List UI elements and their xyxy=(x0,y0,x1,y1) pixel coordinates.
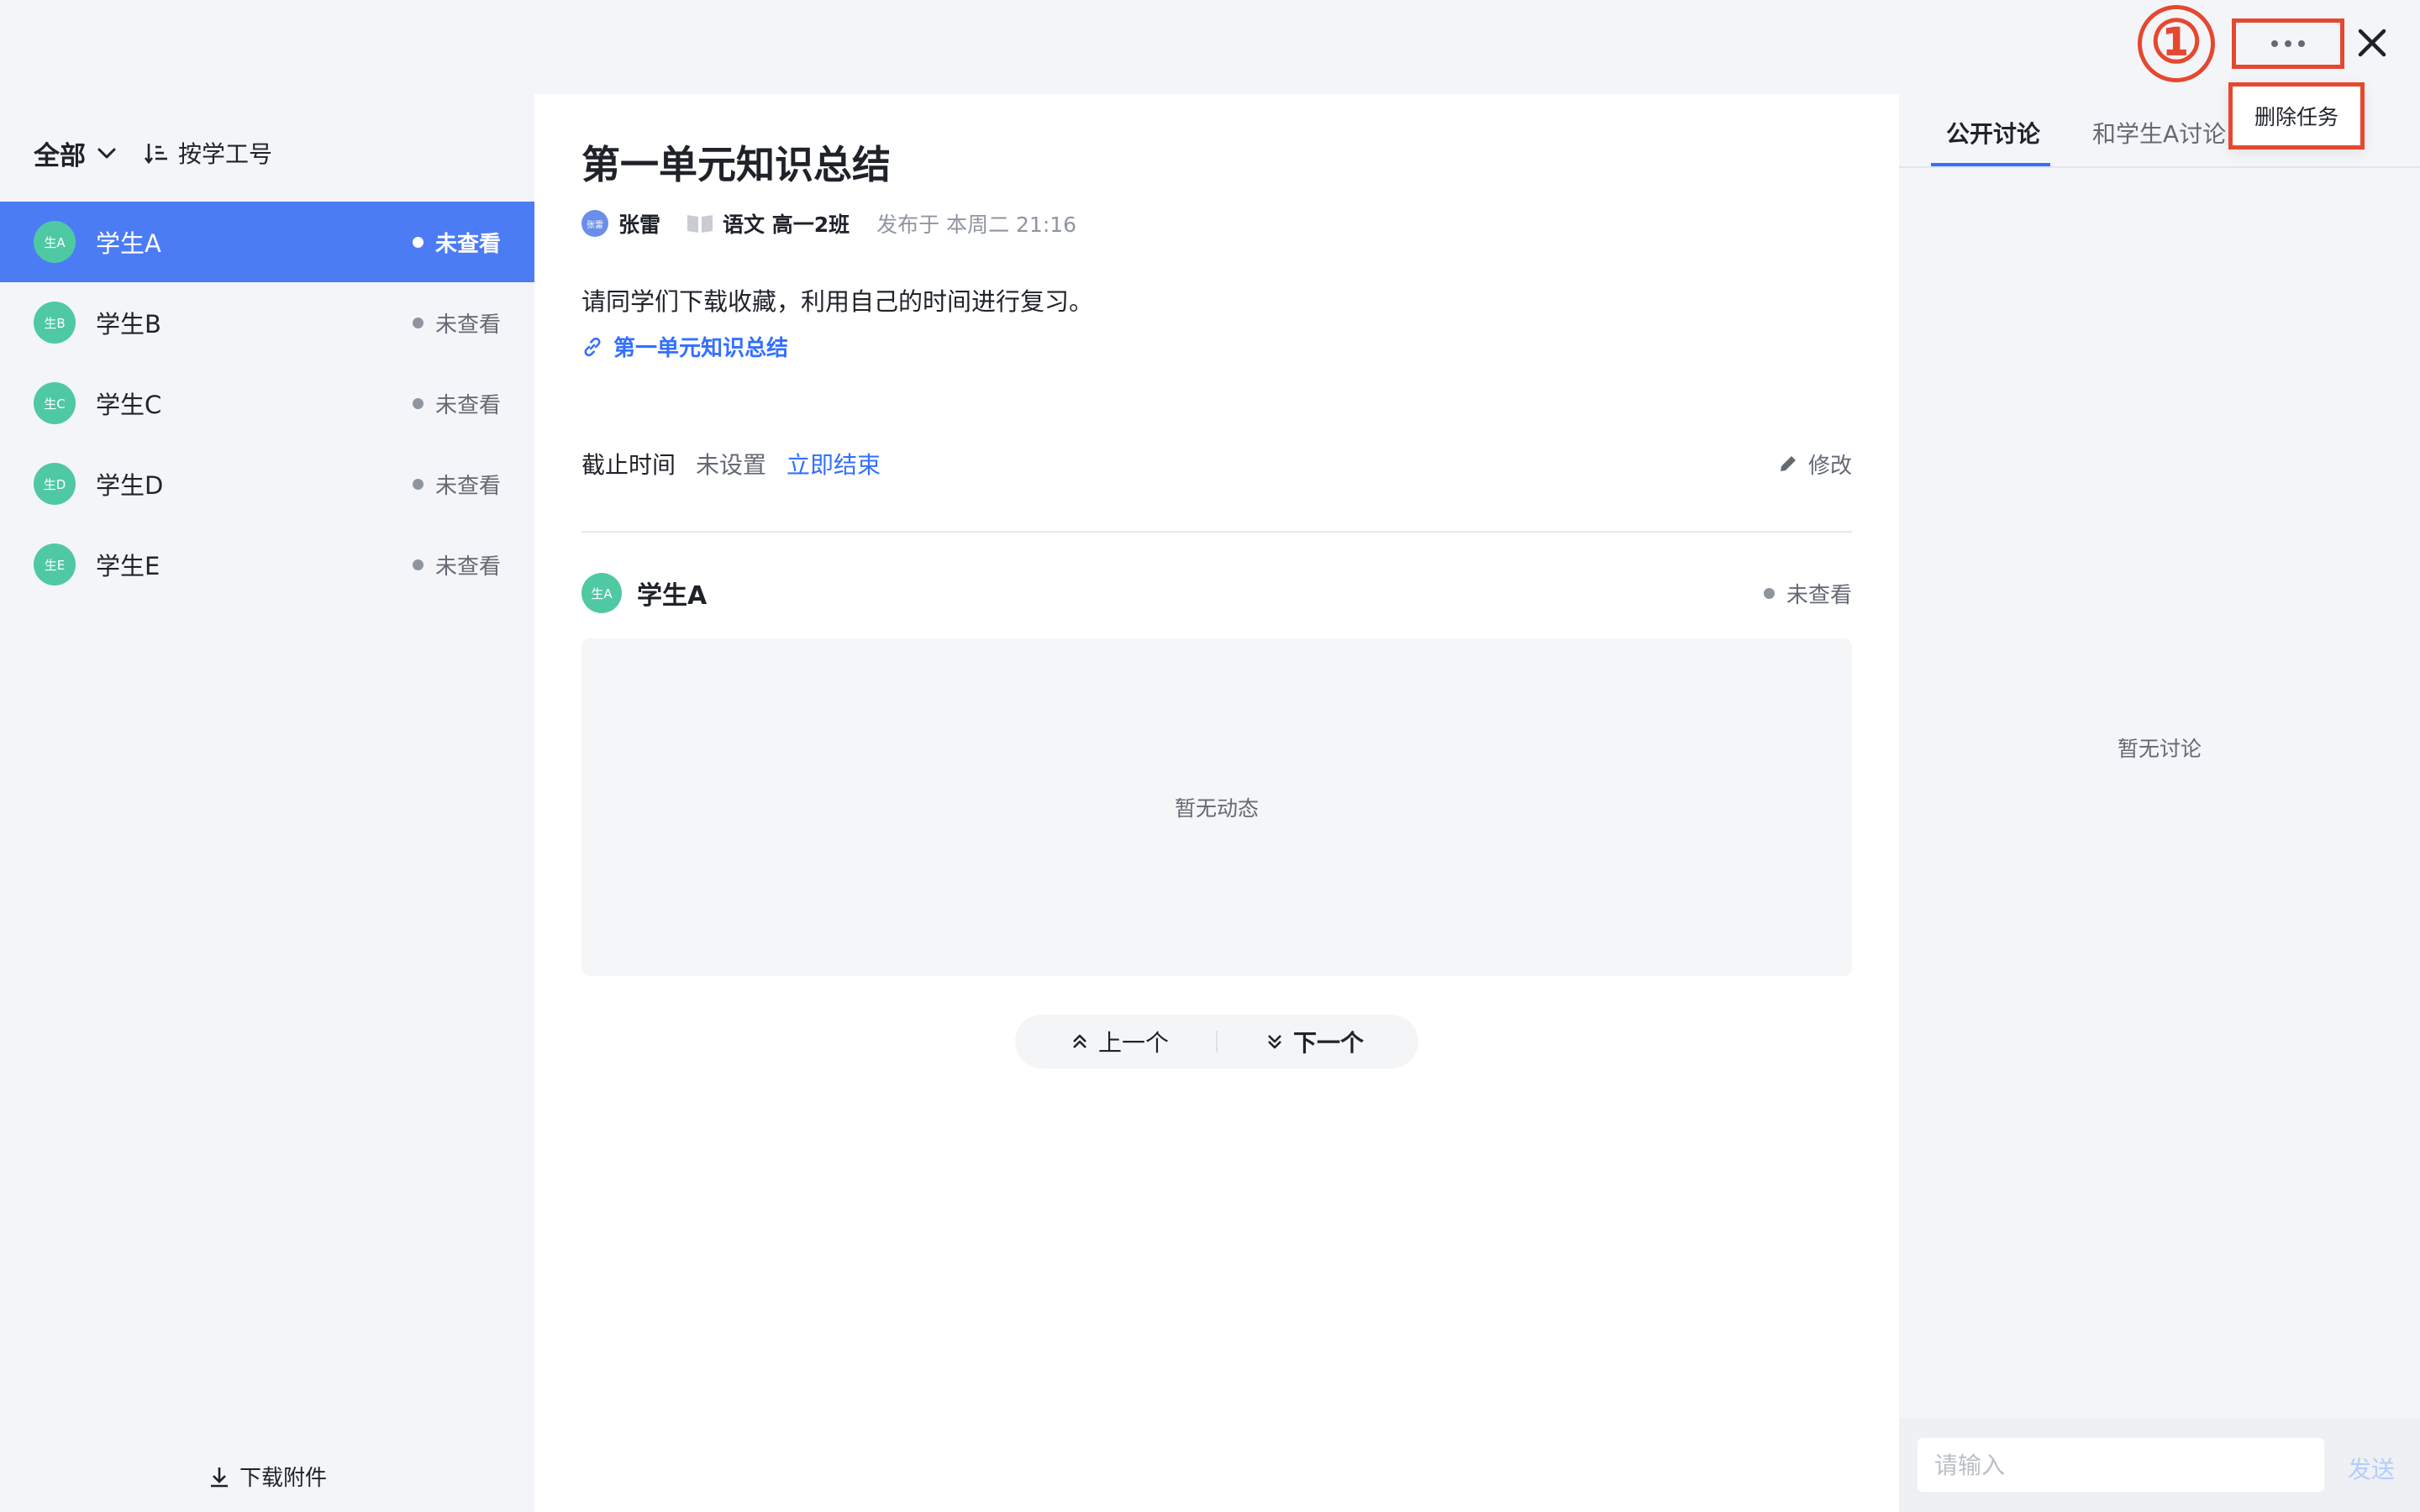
student-row[interactable]: 生B 学生B 未查看 xyxy=(0,282,534,363)
course-name: 语文 高一2班 xyxy=(723,213,850,237)
more-dot-icon xyxy=(2298,40,2305,47)
link-icon xyxy=(584,337,601,356)
status-dot-icon xyxy=(412,559,424,570)
submission-student-name: 学生A xyxy=(637,581,708,611)
avatar: 张雷 xyxy=(581,210,608,237)
more-options-button[interactable] xyxy=(2232,18,2344,69)
pager: 上一个 下一个 xyxy=(1015,1015,1418,1068)
next-button[interactable]: 下一个 xyxy=(1218,1025,1411,1058)
published-time: 发布于 本周二 21:16 xyxy=(876,213,1077,237)
student-row[interactable]: 生A 学生A 未查看 xyxy=(0,202,534,282)
task-description: 请同学们下载收藏，利用自己的时间进行复习。 xyxy=(581,287,1094,316)
filter-dropdown[interactable]: 全部 xyxy=(34,134,86,172)
avatar: 生C xyxy=(34,382,76,424)
pencil-icon xyxy=(1780,456,1796,471)
previous-label: 上一个 xyxy=(1097,1029,1169,1057)
status-dot-icon xyxy=(412,397,424,409)
student-name: 学生E xyxy=(96,552,160,580)
active-tab-indicator xyxy=(1931,163,2050,166)
student-name: 学生B xyxy=(96,310,161,339)
submission-header: 生A 学生A 未查看 xyxy=(581,573,1852,613)
student-name: 学生D xyxy=(96,471,164,500)
close-icon[interactable] xyxy=(2353,24,2391,62)
student-row[interactable]: 生D 学生D 未查看 xyxy=(0,444,534,524)
status-text: 未查看 xyxy=(434,392,501,418)
status-text: 未查看 xyxy=(434,473,501,499)
status-badge: 未查看 xyxy=(412,227,501,258)
edit-label: 修改 xyxy=(1807,453,1852,479)
status-badge: 未查看 xyxy=(1763,578,1852,609)
status-text: 未查看 xyxy=(434,231,501,257)
chevron-down-icon[interactable] xyxy=(94,140,119,165)
previous-button[interactable]: 上一个 xyxy=(1023,1025,1216,1058)
task-detail-panel: 第一单元知识总结 张雷 张雷 语文 高一2班 发布于 本周二 21:16 请同学… xyxy=(534,94,1899,1512)
status-badge: 未查看 xyxy=(412,469,501,500)
filter-bar: 全部 按学工号 xyxy=(34,128,272,178)
status-text: 未查看 xyxy=(434,312,501,338)
sort-by-id-button[interactable]: 按学工号 xyxy=(178,136,272,170)
tab-student-discussion[interactable]: 和学生A讨论 xyxy=(2092,116,2226,150)
more-dot-icon xyxy=(2271,40,2278,47)
author-name: 张雷 xyxy=(618,213,661,237)
avatar: 生A xyxy=(34,221,76,263)
top-bar: ① xyxy=(0,0,2420,94)
task-meta: 张雷 张雷 语文 高一2班 发布于 本周二 21:16 xyxy=(581,208,1076,239)
student-name: 学生C xyxy=(96,391,162,419)
double-chevron-down-icon xyxy=(1268,1035,1281,1049)
status-text: 未查看 xyxy=(1786,582,1852,608)
page-title: 第一单元知识总结 xyxy=(581,142,891,187)
delete-task-menu-item[interactable]: 删除任务 xyxy=(2228,82,2365,150)
activity-empty-state: 暂无动态 xyxy=(581,638,1852,976)
discussion-empty-state: 暂无讨论 xyxy=(2117,737,2202,761)
divider xyxy=(581,531,1852,533)
status-dot-icon xyxy=(1763,587,1775,599)
chat-input-bar: 发送 xyxy=(1899,1418,2420,1512)
download-icon xyxy=(210,1467,228,1487)
edit-button[interactable]: 修改 xyxy=(1776,449,1852,480)
deadline-label: 截止时间 xyxy=(581,451,676,479)
more-dot-icon xyxy=(2285,40,2291,47)
send-button[interactable]: 发送 xyxy=(2348,1452,2395,1485)
status-dot-icon xyxy=(412,317,424,328)
status-badge: 未查看 xyxy=(412,388,501,419)
status-badge: 未查看 xyxy=(412,549,501,580)
download-attachments-button[interactable]: 下载附件 xyxy=(0,1461,534,1492)
status-dot-icon xyxy=(412,236,424,248)
tab-public-discussion[interactable]: 公开讨论 xyxy=(1946,116,2040,150)
deadline-value: 未设置 xyxy=(696,451,767,479)
avatar: 生D xyxy=(34,463,76,505)
student-row[interactable]: 生C 学生C 未查看 xyxy=(0,363,534,444)
avatar: 生B xyxy=(34,302,76,344)
discussion-panel: 公开讨论 和学生A讨论 暂无讨论 发送 xyxy=(1899,94,2420,1512)
status-dot-icon xyxy=(412,478,424,490)
status-badge: 未查看 xyxy=(412,307,501,339)
download-label: 下载附件 xyxy=(239,1466,327,1491)
student-sidebar: 全部 按学工号 生A 学生A 未查看 生B 学生B 未查看 生C 学生C 未查看 xyxy=(0,94,534,1512)
deadline-row: 截止时间 未设置 立即结束 修改 xyxy=(581,447,1852,480)
student-name: 学生A xyxy=(96,229,161,258)
attachment-name: 第一单元知识总结 xyxy=(613,336,789,361)
end-now-link[interactable]: 立即结束 xyxy=(786,447,881,480)
attachment-link[interactable]: 第一单元知识总结 xyxy=(581,331,788,362)
annotation-marker-1: ① xyxy=(2138,5,2215,82)
student-list: 生A 学生A 未查看 生B 学生B 未查看 生C 学生C 未查看 生D 学生D … xyxy=(0,202,534,605)
avatar: 生E xyxy=(34,543,76,585)
avatar: 生A xyxy=(581,573,622,613)
double-chevron-up-icon xyxy=(1073,1034,1086,1048)
student-row[interactable]: 生E 学生E 未查看 xyxy=(0,524,534,605)
message-input[interactable] xyxy=(1918,1438,2324,1492)
status-text: 未查看 xyxy=(434,554,501,580)
next-label: 下一个 xyxy=(1293,1029,1365,1057)
sort-icon[interactable] xyxy=(143,139,170,166)
book-icon xyxy=(687,215,713,233)
